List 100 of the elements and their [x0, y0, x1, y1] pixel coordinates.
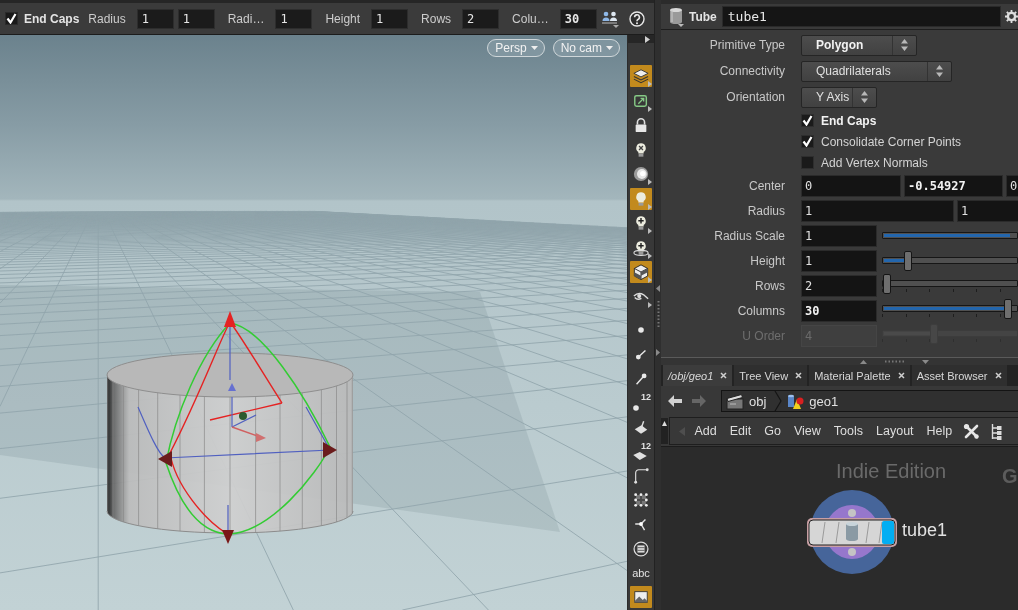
dropdown-menu[interactable]: Y Axis	[801, 86, 877, 108]
menu-item[interactable]: Go	[757, 424, 788, 438]
close-icon	[994, 372, 1002, 379]
checkbox[interactable]	[801, 114, 814, 127]
number-field[interactable]: 1	[801, 199, 954, 222]
number-field[interactable]: 1	[801, 249, 877, 272]
arrow-down-icon	[922, 359, 929, 364]
breadcrumb[interactable]: obj	[722, 392, 775, 410]
grip-icon	[885, 360, 905, 363]
caret-down-icon	[530, 46, 538, 50]
parameter-label: Orientation	[725, 90, 785, 104]
up-down-arrows-icon	[861, 91, 868, 103]
parameter-label: Rows	[421, 11, 452, 26]
menu-item[interactable]: Layout	[869, 424, 921, 438]
back-button[interactable]	[667, 394, 683, 408]
close-icon	[720, 372, 728, 379]
menu-item[interactable]: Add	[688, 424, 724, 438]
menu-item[interactable]: Edit	[723, 424, 758, 438]
number-field[interactable]: 1	[177, 8, 215, 29]
toggle-label: End Caps	[821, 113, 877, 128]
menu-item[interactable]: View	[787, 424, 828, 438]
pane-tab[interactable]: Material Palette	[809, 365, 910, 386]
close-icon	[897, 372, 905, 379]
number-field[interactable]: 1	[957, 199, 1018, 222]
dropdown-menu[interactable]: Quadrilaterals	[801, 60, 952, 82]
display-option-button[interactable]	[630, 65, 652, 88]
number-field[interactable]: 1	[371, 8, 409, 29]
edition-label: Indie Edition	[836, 460, 947, 483]
display-option-button[interactable]	[630, 261, 652, 284]
number-field[interactable]: 1	[136, 8, 174, 29]
slider-handle[interactable]	[1003, 298, 1012, 319]
cylinder-icon	[846, 522, 858, 541]
parameter-label: Connectivity	[718, 64, 785, 78]
people-icon	[600, 9, 619, 28]
breadcrumb[interactable]: geo1	[782, 392, 847, 410]
node-name-field[interactable]: tube1	[721, 6, 1001, 27]
parameter-label: Radius	[88, 11, 126, 26]
display-option-button[interactable]	[630, 586, 652, 609]
lock-icon	[633, 117, 649, 134]
number-field[interactable]: 1	[801, 224, 877, 247]
arrow-right-icon	[645, 35, 650, 43]
corner-curve-icon	[633, 467, 649, 484]
point-grid-icon	[633, 492, 649, 509]
slider-track[interactable]	[882, 232, 1018, 239]
bulb-ring-icon	[633, 239, 649, 256]
number-field[interactable]: 0	[801, 174, 901, 197]
clapperboard-icon	[726, 392, 744, 410]
bulb-cross-icon	[633, 141, 649, 158]
pane-tab[interactable]: /obj/geo1	[663, 365, 733, 386]
parameter-label: Colu…	[512, 11, 549, 26]
polygon-icon	[633, 451, 647, 460]
close-icon	[795, 372, 803, 379]
slider-handle[interactable]	[904, 251, 913, 271]
display-option-button[interactable]: abc	[630, 561, 652, 584]
parameter-label: Columns	[736, 303, 785, 318]
shapes-icon	[786, 392, 805, 410]
arrow-right-icon	[656, 349, 660, 356]
checkbox[interactable]	[5, 12, 18, 25]
pane-tab[interactable]: Asset Browser	[911, 365, 1007, 386]
parameter-label: Radi…	[227, 11, 265, 26]
slider-fill	[884, 259, 906, 262]
arrow-right-icon	[691, 394, 707, 408]
slider-handle[interactable]	[883, 273, 891, 294]
checkbox[interactable]	[801, 135, 814, 148]
sphere-icon	[633, 166, 649, 183]
layers-icon	[633, 68, 649, 85]
number-field[interactable]: 2	[462, 8, 500, 29]
port-dot-icon	[848, 509, 856, 517]
parameter-label: Primitive Type	[708, 38, 785, 52]
lightbulb-icon	[633, 190, 649, 207]
display-option-button[interactable]: 12	[630, 392, 652, 414]
gear-icon	[1005, 10, 1018, 23]
number-field[interactable]: 2	[801, 274, 877, 297]
display-option-button[interactable]	[630, 187, 652, 210]
dot-icon	[638, 327, 644, 334]
checkbox[interactable]	[801, 156, 814, 169]
caret-down-icon	[606, 46, 613, 50]
display-option-button[interactable]: 12	[630, 440, 652, 463]
parameter-label: Height	[749, 253, 785, 268]
number-field[interactable]: 30	[559, 8, 597, 29]
parameter-label: Radius	[746, 203, 785, 218]
bulb-plus-icon	[633, 215, 649, 232]
number-field[interactable]: -0.54927	[904, 174, 1003, 197]
pane-tab[interactable]: Tree View	[734, 365, 808, 386]
number-field[interactable]: 30	[801, 299, 877, 322]
tree-list-icon	[989, 422, 1002, 440]
dot-icon	[633, 405, 639, 411]
checkmark-icon	[6, 13, 17, 24]
arrow-up-icon	[860, 359, 867, 364]
arrow-left-icon	[667, 394, 683, 408]
arrow-left-icon	[656, 285, 660, 292]
checkmark-icon	[802, 115, 813, 126]
menu-item[interactable]: Tools	[827, 424, 870, 438]
menu-item[interactable]: Help	[920, 424, 959, 438]
parameter-label: Center	[747, 178, 785, 193]
parameter-label: Radius Scale	[713, 228, 785, 243]
number-field[interactable]: 1	[275, 8, 313, 29]
dropdown-menu[interactable]: Polygon	[801, 34, 917, 56]
number-field[interactable]: 0	[1006, 174, 1018, 197]
parameter-label: Rows	[754, 278, 785, 293]
